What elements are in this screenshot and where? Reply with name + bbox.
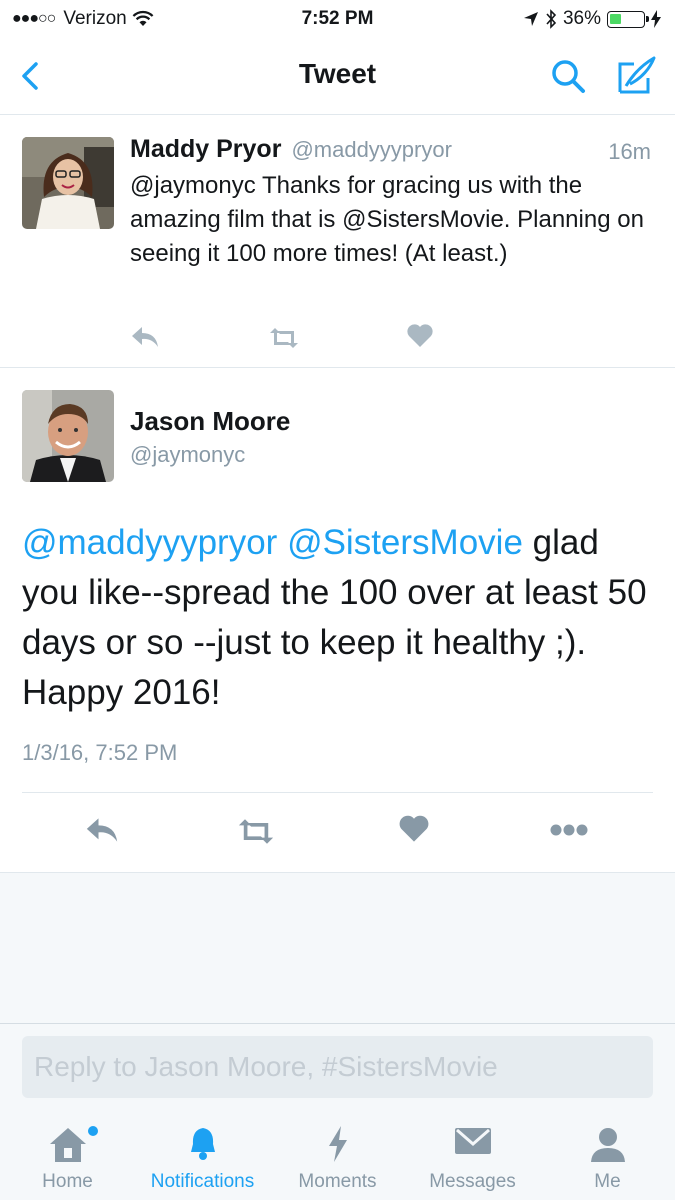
envelope-icon — [454, 1128, 491, 1154]
reply-input[interactable] — [22, 1036, 653, 1098]
charging-bolt-icon — [651, 10, 661, 28]
person-icon — [590, 1128, 625, 1162]
retweet-icon[interactable] — [266, 327, 302, 349]
retweet-icon[interactable] — [234, 818, 278, 845]
tab-label: Me — [594, 1171, 621, 1192]
battery-icon — [607, 10, 649, 28]
tab-messages[interactable]: Messages — [405, 1110, 540, 1200]
home-icon — [49, 1128, 86, 1162]
tab-me[interactable]: Me — [540, 1110, 675, 1200]
author-handle[interactable]: @maddyyypryor — [291, 137, 452, 163]
reply-bar — [0, 1024, 675, 1110]
tab-bar: Home Notifications Moments Messages Me — [0, 1110, 675, 1200]
compose-tweet-icon[interactable] — [614, 54, 658, 98]
reply-icon[interactable] — [84, 816, 120, 844]
unread-dot — [88, 1126, 98, 1136]
bluetooth-icon — [546, 9, 557, 29]
search-icon[interactable] — [548, 56, 588, 96]
empty-area — [0, 873, 675, 1024]
divider — [22, 792, 653, 793]
main-tweet: Jason Moore @jaymonyc @maddyyypryor @Sis… — [0, 368, 675, 873]
tab-moments[interactable]: Moments — [270, 1110, 405, 1200]
author-handle[interactable]: @jaymonyc — [130, 442, 245, 468]
author-name[interactable]: Jason Moore — [130, 406, 290, 437]
location-arrow-icon — [523, 12, 538, 26]
tab-label: Home — [42, 1171, 93, 1192]
tweet-text: @jaymonyc Thanks for gracing us with the… — [130, 172, 644, 267]
author-name[interactable]: Maddy Pryor — [130, 135, 281, 164]
tweet-time-ago: 16m — [608, 139, 651, 164]
nav-bar: Tweet — [0, 38, 675, 115]
tab-home[interactable]: Home — [0, 1110, 135, 1200]
tweet-text: @maddyyypryor @SistersMovie glad you lik… — [22, 518, 662, 718]
tab-label: Messages — [429, 1171, 516, 1192]
mention-link[interactable]: @SistersMovie — [287, 523, 523, 562]
tab-label: Notifications — [150, 1171, 255, 1192]
status-right: 36% — [523, 8, 661, 30]
avatar[interactable] — [22, 390, 114, 482]
like-heart-icon[interactable] — [406, 323, 434, 349]
battery-percent: 36% — [562, 8, 601, 29]
parent-tweet[interactable]: Maddy Pryor @maddyyypryor 16m @jaymonyc … — [0, 115, 675, 368]
reply-icon[interactable] — [130, 325, 160, 349]
tab-notifications[interactable]: Notifications — [135, 1110, 270, 1200]
avatar[interactable] — [22, 137, 114, 229]
mention-link[interactable]: @maddyyypryor — [22, 523, 277, 562]
like-heart-icon[interactable] — [398, 814, 430, 844]
bell-icon — [190, 1128, 215, 1160]
tab-label: Moments — [298, 1171, 377, 1192]
status-bar: ●●●○○ Verizon 7:52 PM 36% — [0, 0, 675, 38]
lightning-icon — [328, 1126, 347, 1162]
more-options-icon[interactable] — [549, 823, 589, 837]
tweet-header: Maddy Pryor @maddyyypryor — [130, 135, 452, 164]
tweet-timestamp: 1/3/16, 7:52 PM — [22, 740, 178, 765]
